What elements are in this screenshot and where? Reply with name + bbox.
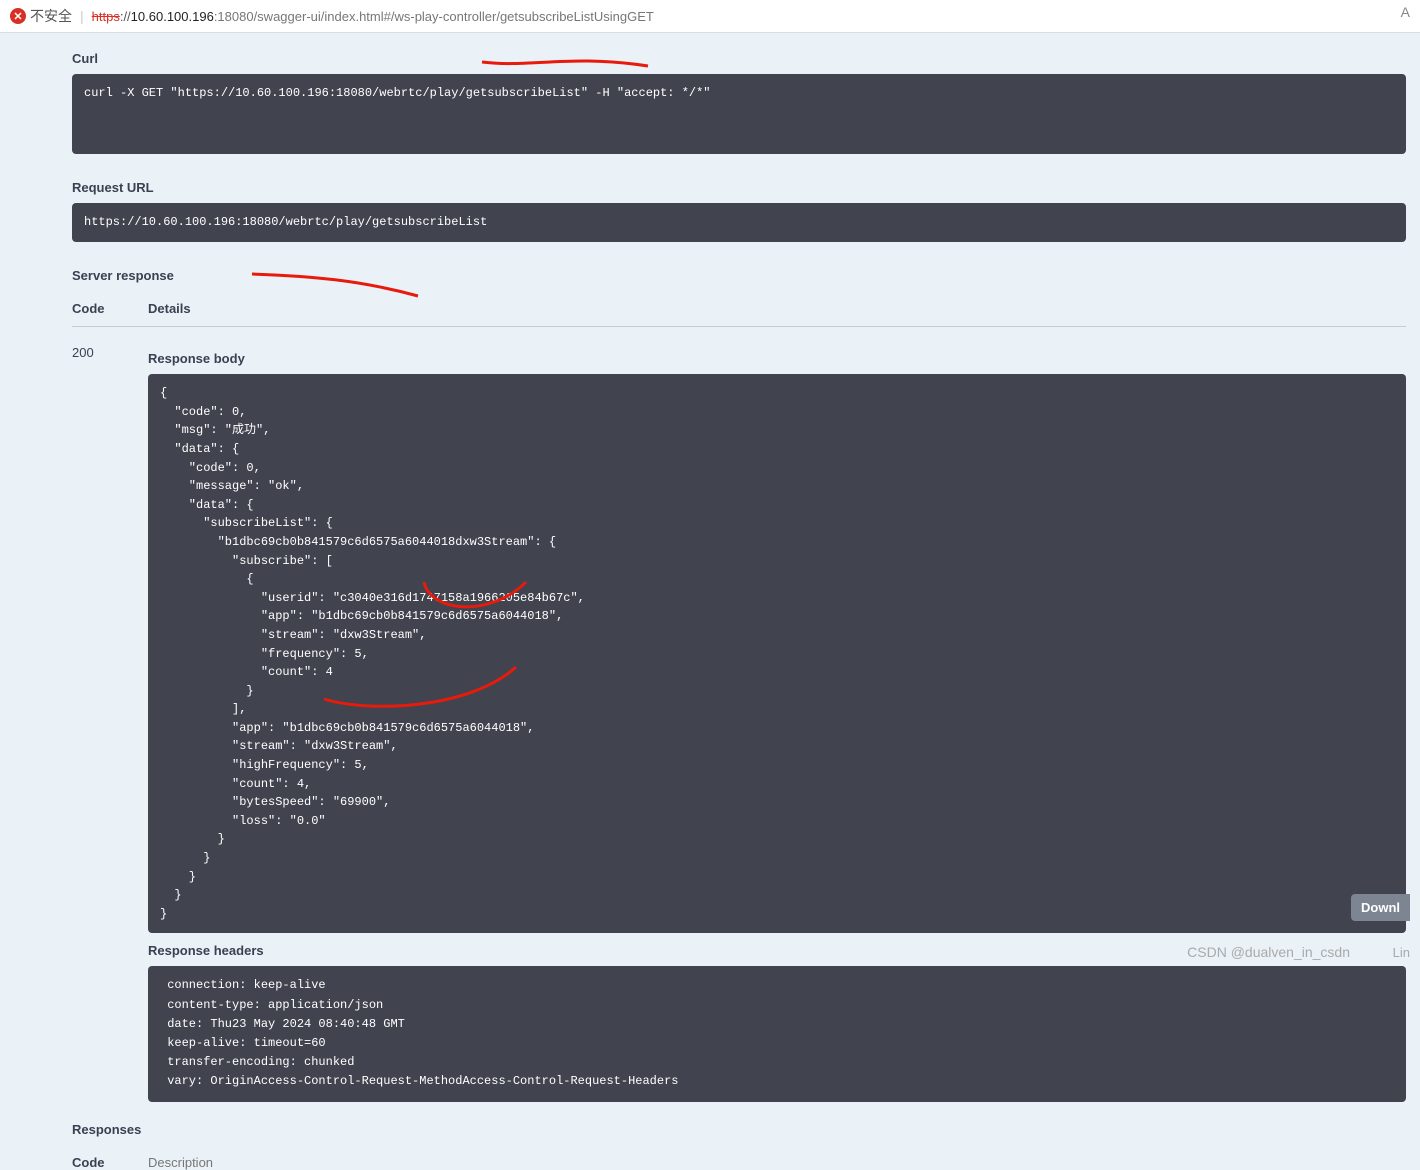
responses-section: Responses Code Description: [58, 1110, 1420, 1170]
responses-title: Responses: [14, 1122, 1406, 1137]
curl-title: Curl: [72, 51, 1406, 66]
url-host: 10.60.100.196: [131, 9, 214, 24]
responses-code-header: Code: [72, 1155, 148, 1170]
request-url-block[interactable]: https://10.60.100.196:18080/webrtc/play/…: [72, 203, 1406, 242]
swagger-content: Curl curl -X GET "https://10.60.100.196:…: [0, 33, 1420, 1170]
response-body-block[interactable]: { "code": 0, "msg": "成功", "data": { "cod…: [148, 374, 1406, 933]
curl-section: Curl curl -X GET "https://10.60.100.196:…: [58, 33, 1420, 154]
response-headers-block[interactable]: connection: keep-alive content-type: app…: [148, 966, 1406, 1101]
request-url-section: Request URL https://10.60.100.196:18080/…: [58, 162, 1420, 242]
security-label: 不安全: [30, 6, 72, 26]
watermark-2: Lin: [1393, 945, 1410, 960]
avatar[interactable]: A: [1401, 4, 1410, 20]
responses-table-header: Code Description: [72, 1145, 1406, 1170]
response-details: Response body { "code": 0, "msg": "成功", …: [148, 343, 1406, 1109]
responses-description-header: Description: [148, 1155, 213, 1170]
url-divider: |: [80, 8, 84, 24]
server-response-title: Server response: [72, 268, 1406, 283]
response-table-header: Code Details: [72, 291, 1406, 327]
curl-command-block[interactable]: curl -X GET "https://10.60.100.196:18080…: [72, 74, 1406, 154]
download-button[interactable]: Downl: [1351, 894, 1410, 921]
not-secure-icon: ✕: [10, 8, 26, 24]
browser-url-bar: ✕ 不安全 | https://10.60.100.196:18080/swag…: [0, 0, 1420, 33]
url-field[interactable]: https://10.60.100.196:18080/swagger-ui/i…: [92, 9, 654, 24]
request-url-title: Request URL: [72, 180, 1406, 195]
response-body-title: Response body: [148, 351, 1406, 366]
watermark: CSDN @dualven_in_csdn: [1187, 944, 1350, 960]
response-row: 200 Response body { "code": 0, "msg": "成…: [72, 327, 1406, 1109]
code-column-header: Code: [72, 301, 148, 316]
url-path: :18080/swagger-ui/index.html#/ws-play-co…: [214, 9, 654, 24]
details-column-header: Details: [148, 301, 191, 316]
url-protocol: https: [92, 9, 120, 24]
security-badge[interactable]: ✕ 不安全: [10, 6, 72, 26]
server-response-section: Server response Code Details 200 Respons…: [58, 250, 1420, 1109]
response-code: 200: [72, 343, 148, 1109]
